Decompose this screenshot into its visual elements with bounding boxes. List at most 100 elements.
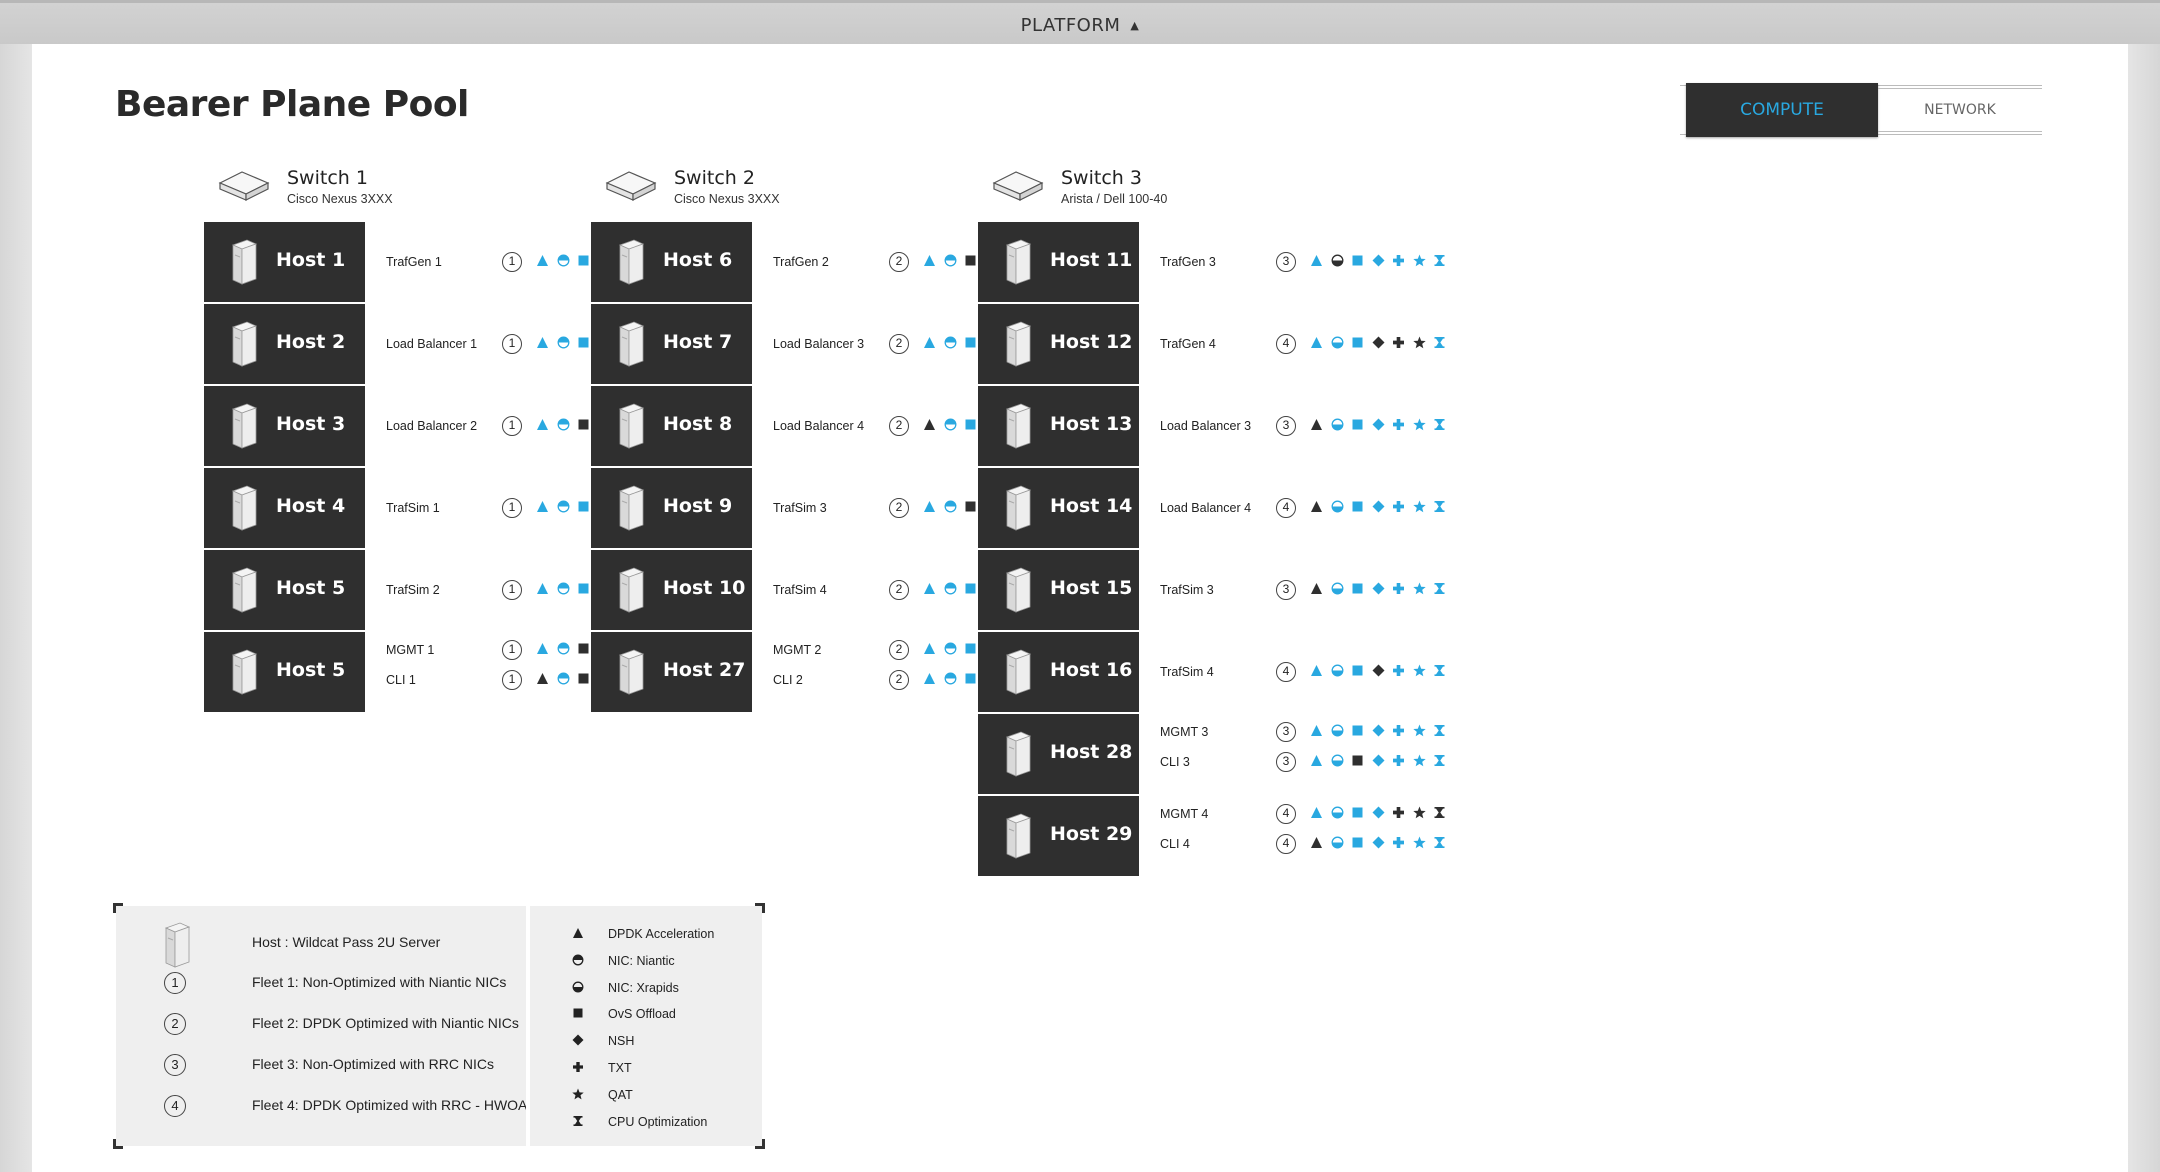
service-label: CLI 2 [773,673,803,687]
platform-title[interactable]: PLATFORM ▲ [0,15,2160,36]
legend-fleets: Host : Wildcat Pass 2U Server 1 Fleet 1: … [116,906,528,1146]
legend-fleet-row: 1 Fleet 1: Non-Optimized with Niantic NI… [116,964,526,1000]
square-icon [577,418,590,436]
half-circle-top-icon [557,642,570,660]
hourglass-icon [572,1114,586,1128]
service-line[interactable]: MGMT 4 4 [978,804,1478,824]
switch-icon [218,166,270,202]
star-icon [1412,724,1426,742]
star-icon [1412,836,1426,854]
hourglass-icon [1433,754,1446,772]
service-line[interactable]: TrafSim 3 3 [978,580,1478,600]
service-line[interactable]: MGMT 3 3 [978,722,1478,742]
switch-model: Arista / Dell 100-40 [1061,192,1168,206]
fleet-badge: 1 [502,580,522,600]
hourglass-icon [1433,418,1446,436]
capability-icons [1310,582,1458,598]
fleet-badge: 3 [1276,416,1296,436]
capability-icons [1310,806,1458,822]
half-circle-bottom-icon [1331,806,1344,824]
switch-name: Switch 2 [674,167,755,189]
half-circle-bottom-icon [1331,500,1344,518]
host-row: Host 16 TrafSim 44 [978,632,1478,714]
legend-capability-row: TXT [530,1055,762,1081]
square-icon [1351,836,1364,854]
square-icon [964,336,977,354]
compute-tab[interactable]: COMPUTE [1686,83,1878,137]
service-label: TrafSim 3 [1160,583,1214,597]
hourglass-icon [1433,664,1446,682]
legend-capability-text: OvS Offload [608,1007,676,1022]
service-line[interactable]: CLI 4 4 [978,834,1478,854]
platform-label[interactable]: PLATFORM [1021,15,1121,36]
service-label: CLI 4 [1160,837,1190,851]
square-icon [964,500,977,518]
fleet-badge: 1 [502,334,522,354]
switch-model: Cisco Nexus 3XXX [287,192,393,206]
service-line[interactable]: TrafSim 4 4 [978,662,1478,682]
legend-capability-row: CPU Optimization [530,1109,762,1135]
half-circle-bottom-icon [1331,664,1344,682]
diamond-icon [1372,754,1385,772]
switch-header[interactable]: Switch 3 Arista / Dell 100-40 [978,162,1478,222]
triangle-icon [572,926,586,940]
switch-icon [992,166,1044,202]
service-label: TrafSim 1 [386,501,440,515]
legend-fleet-row: 2 Fleet 2: DPDK Optimized with Niantic N… [116,1005,526,1041]
half-circle-top-icon [572,953,586,967]
diamond-icon [1372,336,1385,354]
host-row: Host 12 TrafGen 44 [978,304,1478,386]
capability-icons [1310,664,1458,680]
triangle-icon [1310,754,1323,772]
page-title: Bearer Plane Pool [115,84,469,125]
square-icon [964,672,977,690]
capability-icons [1310,500,1458,516]
star-icon [1412,336,1426,354]
network-tab[interactable]: NETWORK [1878,88,2042,132]
service-line[interactable]: Load Balancer 3 3 [978,416,1478,436]
half-circle-top-icon [557,500,570,518]
half-circle-bottom-icon [1331,254,1344,272]
half-circle-bottom-icon [1331,836,1344,854]
legend-fleet-text: Fleet 4: DPDK Optimized with RRC - HWOA [252,1097,528,1113]
service-label: CLI 1 [386,673,416,687]
fleet-badge: 4 [1276,498,1296,518]
half-circle-bottom-icon [1331,418,1344,436]
plus-icon [1392,418,1405,436]
service-line[interactable]: TrafGen 4 4 [978,334,1478,354]
half-circle-top-icon [944,642,957,660]
fleet-badge: 2 [889,252,909,272]
service-line[interactable]: CLI 3 3 [978,752,1478,772]
plus-icon [572,1060,586,1074]
legend-capability-row: NIC: Xrapids [530,975,762,1001]
half-circle-bottom-icon [1331,754,1344,772]
legend-capability-text: TXT [608,1061,632,1075]
triangle-icon [1310,664,1323,682]
square-icon [577,500,590,518]
triangle-icon [1310,254,1323,272]
legend-capability-row: QAT [530,1082,762,1108]
frame-right [2126,0,2160,1172]
fleet-badge: 1 [502,640,522,660]
service-line[interactable]: Load Balancer 4 4 [978,498,1478,518]
triangle-icon [923,642,936,660]
diamond-icon [1372,724,1385,742]
triangle-icon [536,672,549,690]
service-line[interactable]: TrafGen 3 3 [978,252,1478,272]
plus-icon [1392,754,1405,772]
triangle-icon [1310,806,1323,824]
plus-icon [1392,500,1405,518]
caret-up-icon[interactable]: ▲ [1130,19,1139,32]
fleet-badge: 2 [889,416,909,436]
capability-icons [1310,418,1458,434]
plus-icon [1392,582,1405,600]
diamond-icon [1372,806,1385,824]
service-label: TrafGen 1 [386,255,442,269]
platform-bar[interactable]: PLATFORM ▲ [0,0,2160,44]
star-icon [1412,418,1426,436]
legend-host-row: Host : Wildcat Pass 2U Server [116,922,526,968]
fleet-badge: 2 [889,640,909,660]
square-icon [964,254,977,272]
half-circle-top-icon [944,500,957,518]
fleet-badge: 3 [1276,252,1296,272]
